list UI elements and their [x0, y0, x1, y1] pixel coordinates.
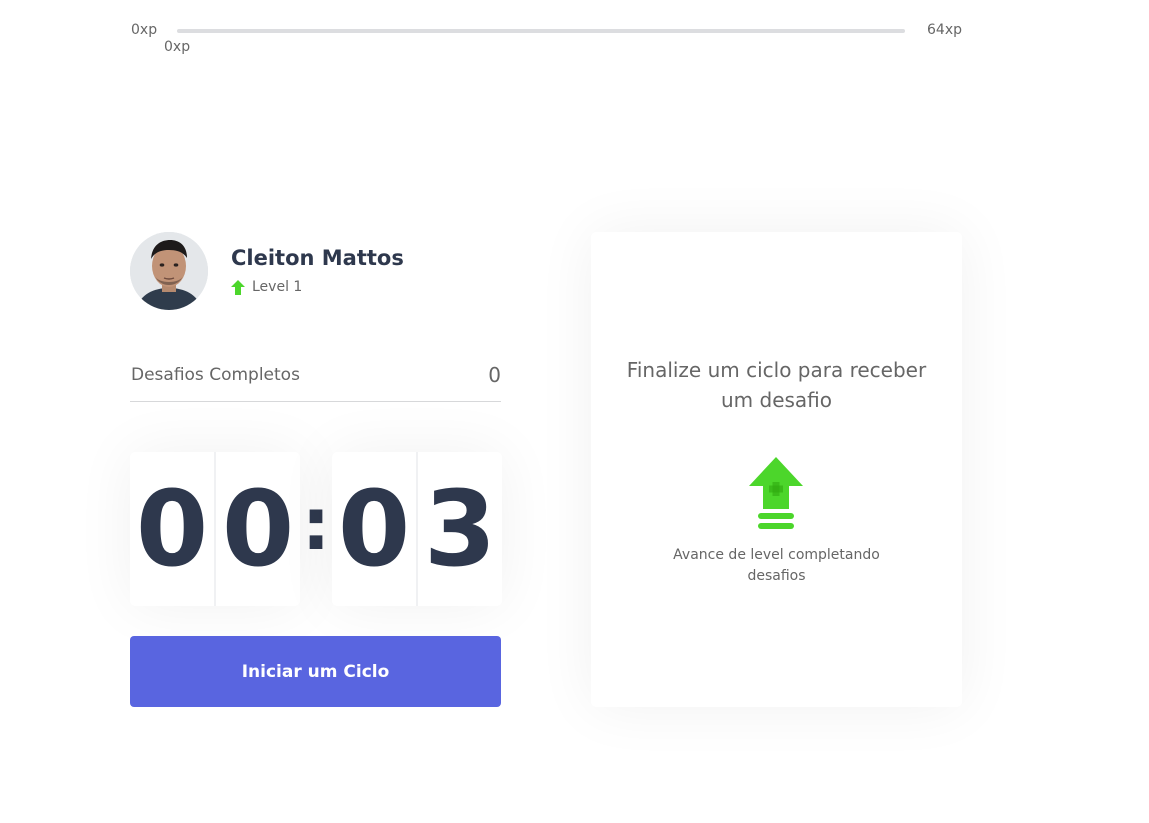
minute-digit-ones: 0 [214, 452, 300, 606]
profile: Cleiton Mattos Level 1 [130, 232, 510, 312]
challenge-box: Finalize um ciclo para receber um desafi… [591, 232, 962, 707]
countdown-seconds: 0 3 [332, 452, 502, 606]
completed-challenges: Desafios Completos 0 [130, 360, 501, 402]
level-label: Level 1 [252, 279, 303, 295]
level-up-arrow-icon [231, 279, 245, 295]
avatar [130, 232, 208, 310]
challenge-box-title: Finalize um ciclo para receber um desafi… [626, 358, 927, 412]
level-indicator: Level 1 [231, 279, 302, 295]
challenge-box-hint: Avance de level completando desafios [673, 547, 880, 584]
second-digit-ones: 3 [416, 452, 502, 606]
user-photo-icon [130, 232, 208, 310]
user-name: Cleiton Mattos [231, 246, 404, 270]
second-digit-tens: 0 [337, 468, 411, 590]
level-up-icon [748, 457, 804, 531]
countdown-minutes: 0 0 [130, 452, 300, 606]
xp-track [177, 29, 905, 33]
completed-challenges-label: Desafios Completos [131, 365, 300, 385]
countdown-separator: : [301, 482, 331, 566]
completed-challenges-count: 0 [488, 363, 501, 387]
experience-bar: 0xp 0xp 64xp [0, 0, 1149, 70]
xp-min-label: 0xp [131, 22, 158, 38]
xp-current-label: 0xp [164, 39, 191, 55]
minute-digit-tens: 0 [135, 468, 209, 590]
xp-max-label: 64xp [927, 22, 962, 38]
countdown: 0 0 : 0 3 [130, 452, 502, 606]
start-cycle-button[interactable]: Iniciar um Ciclo [130, 636, 501, 707]
